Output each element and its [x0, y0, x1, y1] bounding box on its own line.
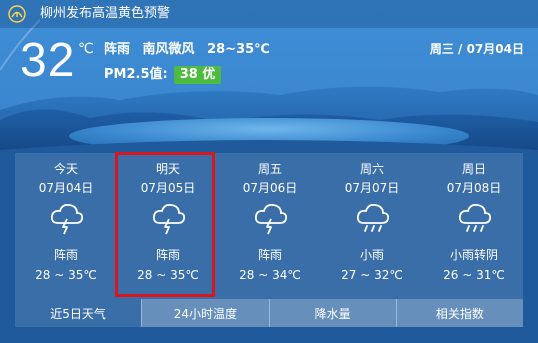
- day-temperature: 28 ~ 35℃: [35, 268, 97, 282]
- current-date: 周三 / 07月04日: [429, 42, 524, 56]
- tab-bar: 近5日天气 24小时温度 降水量 相关指数: [15, 299, 523, 327]
- alert-banner[interactable]: 柳州发布高温黄色预警: [0, 0, 538, 28]
- day-date: 07月08日: [446, 181, 502, 195]
- day-condition: 阵雨: [257, 248, 282, 262]
- selected-day-highlight: [115, 152, 215, 297]
- day-name: 周日: [461, 162, 486, 176]
- tab-24h-temperature[interactable]: 24小时温度: [141, 299, 269, 327]
- light-rain-icon: [458, 203, 492, 232]
- day-date: 07月07日: [344, 181, 400, 195]
- tab-related-indices[interactable]: 相关指数: [395, 299, 523, 327]
- storm-signal-icon: [8, 5, 26, 23]
- temperature-unit: ℃: [78, 41, 94, 57]
- day-date: 07月06日: [242, 181, 298, 195]
- day-temperature: 27 ~ 32℃: [341, 268, 403, 282]
- current-conditions: 阵雨 南风微风 28~35℃: [104, 42, 278, 58]
- current-temperature: 32: [20, 34, 76, 87]
- air-quality: PM2.5值: 38 优: [104, 66, 222, 84]
- day-name: 周五: [257, 162, 282, 176]
- day-name: 今天: [53, 162, 78, 176]
- day-condition: 小雨转阴: [449, 248, 498, 262]
- day-temperature: 26 ~ 31℃: [443, 268, 505, 282]
- current-wind: 南风微风: [142, 42, 195, 57]
- forecast-day[interactable]: 周六 07月07日 小雨 27 ~ 32℃: [321, 153, 423, 299]
- current-condition: 阵雨: [104, 42, 131, 57]
- forecast-day[interactable]: 周五 07月06日 阵雨 28 ~ 34℃: [219, 153, 321, 299]
- alert-text: 柳州发布高温黄色预警: [40, 6, 171, 21]
- tab-precipitation[interactable]: 降水量: [268, 299, 396, 327]
- current-range: 28~35℃: [207, 42, 270, 57]
- tab-5-day-weather[interactable]: 近5日天气: [15, 299, 142, 327]
- day-name: 周六: [359, 162, 384, 176]
- aqi-badge: 38 优: [173, 66, 222, 84]
- thunder-shower-icon: [50, 203, 84, 235]
- pm25-label: PM2.5值:: [104, 67, 168, 82]
- forecast-panel: 今天 07月04日 阵雨 28 ~ 35℃ 明天 07月05日 阵雨 28 ~ …: [15, 153, 523, 299]
- forecast-day[interactable]: 今天 07月04日 阵雨 28 ~ 35℃: [15, 153, 117, 299]
- day-temperature: 28 ~ 34℃: [239, 268, 301, 282]
- day-condition: 阵雨: [53, 248, 78, 262]
- thunder-shower-icon: [254, 203, 288, 235]
- day-condition: 小雨: [359, 248, 384, 262]
- light-rain-icon: [356, 203, 390, 232]
- forecast-day[interactable]: 周日 07月08日 小雨转阴 26 ~ 31℃: [423, 153, 525, 299]
- day-date: 07月04日: [38, 181, 94, 195]
